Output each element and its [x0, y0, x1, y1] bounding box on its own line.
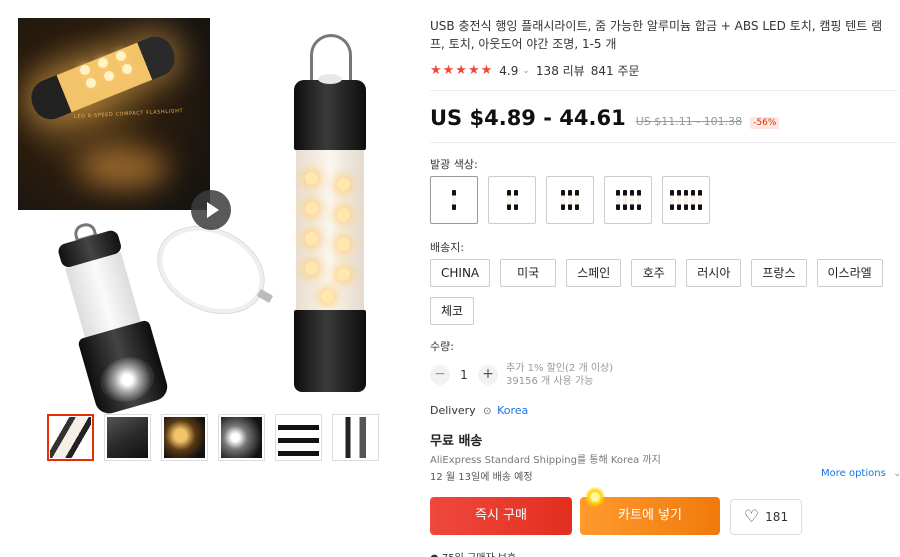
delivery-estimate: 12 월 13일에 배송 예정	[430, 472, 533, 483]
price-row: US $4.89 - 44.61 US $11.11 - 101.38 -56%	[430, 106, 780, 130]
rating-row: ★★★★★ 4.9 ⌄ 138 리뷰 841 주문	[430, 62, 646, 79]
free-shipping-title: 무료 배송	[430, 434, 483, 449]
main-product-image[interactable]: LED 6-SPEED COMPACT FLASHLIGHT	[10, 10, 405, 417]
color-option-3[interactable]	[546, 176, 594, 224]
heart-icon[interactable]: ♡	[744, 508, 759, 526]
thumbnail-1[interactable]	[47, 414, 94, 461]
quantity-note: 추가 1% 할인(2 개 이상) 39156 개 사용 가능	[506, 362, 613, 388]
quantity-minus-button[interactable]: −	[430, 365, 450, 385]
ship-from-russia[interactable]: 러시아	[686, 259, 742, 287]
order-count: 841 주문	[590, 64, 640, 78]
ship-from-israel[interactable]: 이스라엘	[816, 259, 883, 287]
thumbnail-3[interactable]	[161, 414, 208, 461]
wishlist-count: 181	[765, 510, 789, 524]
color-option-5[interactable]	[662, 176, 710, 224]
chevron-down-icon[interactable]: ⌄	[893, 468, 900, 479]
play-video-icon[interactable]	[191, 190, 231, 230]
inset-caption: LED 6-SPEED COMPACT FLASHLIGHT	[73, 108, 184, 120]
shipping-method: AliExpress Standard Shipping를 통해 Korea 까…	[430, 455, 661, 466]
buy-now-button[interactable]: 즉시 구매	[430, 497, 572, 535]
add-to-cart-label[interactable]: 카트에 넣기	[618, 508, 682, 523]
quantity-stepper: − 1 + 추가 1% 할인(2 개 이상) 39156 개 사용 가능	[430, 362, 613, 388]
buyer-protection-peek: ● 75일 구매자 보호	[430, 549, 516, 557]
color-swatches	[430, 176, 710, 224]
divider	[430, 142, 898, 143]
thumbnail-5[interactable]	[275, 414, 322, 461]
delivery-destination-link[interactable]: Korea	[497, 404, 528, 417]
ship-from-czech[interactable]: 체코	[430, 297, 475, 325]
delivery-label: Delivery	[430, 404, 476, 417]
color-option-1[interactable]	[430, 176, 478, 224]
ship-from-label: 배송지:	[430, 241, 465, 254]
thumbnail-4[interactable]	[218, 414, 265, 461]
inset-lit-torch-photo: LED 6-SPEED COMPACT FLASHLIGHT	[18, 18, 210, 210]
thumbnail-2[interactable]	[104, 414, 151, 461]
discount-badge: -56%	[750, 117, 780, 129]
original-price: US $11.11 - 101.38	[635, 115, 743, 128]
review-count[interactable]: 138 리뷰	[536, 62, 585, 79]
ship-from-options: CHINA 미국 스페인 호주 러시아 프랑스 이스라엘 체코	[430, 259, 898, 325]
chevron-down-icon[interactable]: ⌄	[522, 66, 530, 76]
sparkle-icon	[585, 487, 605, 507]
more-shipping-options-link[interactable]: More options ⌄	[821, 468, 900, 479]
delivery-row: Delivery ⊙ Korea	[430, 404, 528, 417]
ship-from-china[interactable]: CHINA	[430, 259, 491, 287]
ship-from-france[interactable]: 프랑스	[751, 259, 807, 287]
ship-from-spain[interactable]: 스페인	[566, 259, 622, 287]
more-options-label[interactable]: More options	[821, 468, 886, 479]
add-to-cart-button[interactable]: 카트에 넣기	[580, 487, 720, 535]
quantity-label: 수량:	[430, 340, 454, 353]
rating-value[interactable]: 4.9	[499, 64, 518, 78]
product-title: USB 충전식 행잉 플래시라이트, 줌 가능한 알루미늄 합금 + ABS L…	[430, 19, 883, 51]
hanging-lantern-image	[294, 34, 366, 392]
color-option-2[interactable]	[488, 176, 536, 224]
color-option-4[interactable]	[604, 176, 652, 224]
ship-from-australia[interactable]: 호주	[631, 259, 677, 287]
thumbnail-6[interactable]	[332, 414, 379, 461]
rating-stars-icon: ★★★★★	[430, 63, 494, 78]
location-pin-icon: ⊙	[483, 406, 492, 417]
quantity-input[interactable]: 1	[450, 368, 478, 382]
current-price: US $4.89 - 44.61	[430, 106, 626, 130]
bulk-discount-note: 추가 1% 할인(2 개 이상)	[506, 363, 614, 374]
wishlist-button[interactable]: ♡ 181	[730, 499, 802, 535]
thumbnail-strip	[47, 414, 379, 461]
divider	[430, 90, 898, 91]
quantity-plus-button[interactable]: +	[478, 365, 498, 385]
color-label: 발광 색상:	[430, 158, 478, 171]
stock-available: 39156 개 사용 가능	[506, 376, 594, 387]
ship-from-usa[interactable]: 미국	[500, 259, 557, 287]
